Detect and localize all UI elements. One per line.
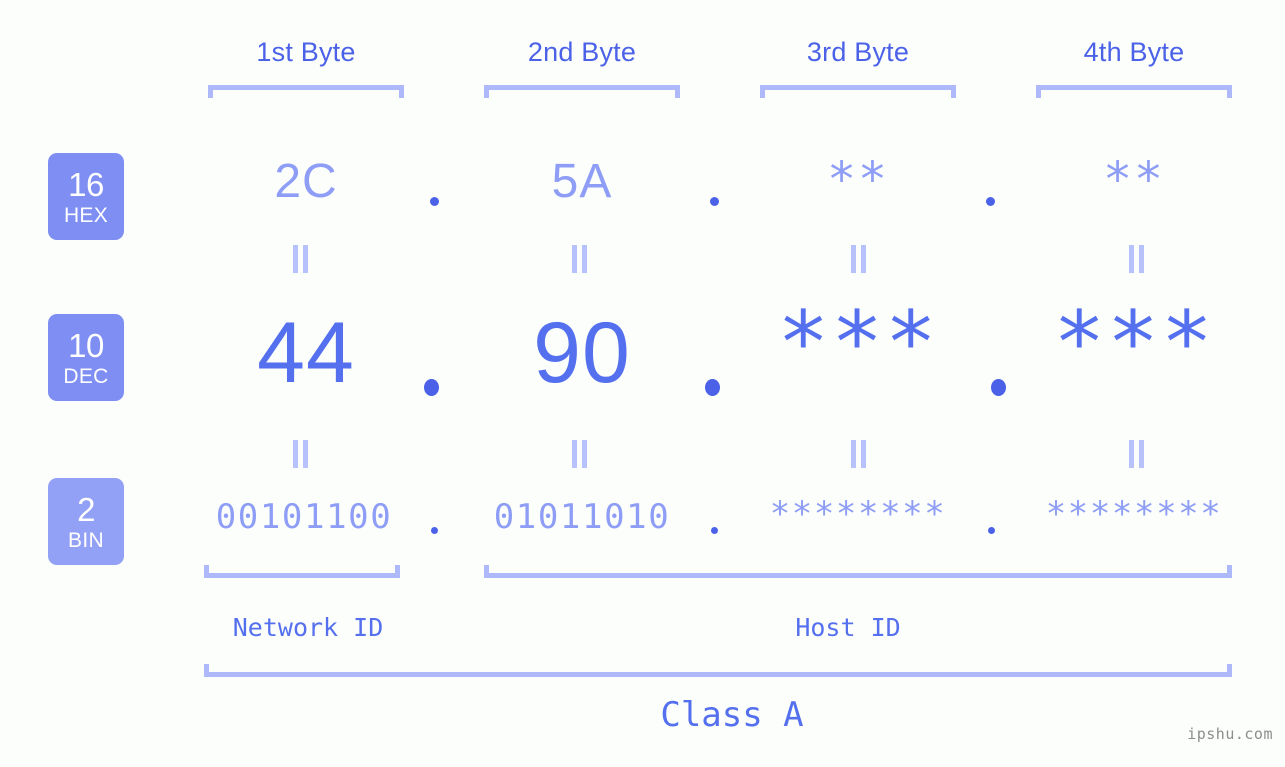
equals-icon-dec-bin-3 [850,440,868,468]
hex-byte-4: ** [1103,152,1165,208]
class-label: Class A [660,695,804,735]
equals-icon-hex-dec-4 [1128,245,1146,273]
equals-icon-dec-bin-1 [292,440,310,468]
base-badge-bin-number: 2 [77,490,95,528]
byte-header-1: 1st Byte [256,37,356,67]
equals-icon-hex-dec-1 [292,245,310,273]
bin-byte-3: ******** [769,494,947,534]
dec-separator-dot-2 [705,379,720,396]
host-id-bracket [484,565,1232,578]
dec-byte-4: *** [1053,293,1215,393]
network-id-bracket [204,565,400,578]
hex-separator-dot-3 [986,197,995,206]
bin-separator-dot-2 [711,527,718,534]
dec-separator-dot-1 [424,379,439,396]
dec-byte-3: *** [777,293,939,393]
hex-byte-2: 5A [551,155,613,208]
base-badge-bin: 2 BIN [48,478,124,565]
network-id-label: Network ID [232,613,384,642]
base-badge-hex-abbr: HEX [63,203,109,227]
equals-icon-hex-dec-3 [850,245,868,273]
base-badge-hex: 16 HEX [48,153,124,240]
bin-separator-dot-1 [431,527,438,534]
bin-byte-2: 01011010 [493,497,671,537]
watermark: ipshu.com [1187,725,1273,743]
base-badge-dec-abbr: DEC [63,364,109,388]
class-bracket [204,664,1232,677]
equals-icon-dec-bin-2 [571,440,589,468]
byte-bracket-4 [1036,85,1232,98]
byte-header-4: 4th Byte [1083,37,1185,67]
hex-separator-dot-1 [430,197,439,206]
bin-byte-4: ******** [1045,494,1223,534]
byte-header-2: 2nd Byte [527,37,637,67]
dec-byte-2: 90 [533,305,631,401]
host-id-label: Host ID [795,613,901,642]
bin-separator-dot-3 [988,527,995,534]
byte-bracket-1 [208,85,404,98]
byte-header-3: 3rd Byte [806,37,910,67]
base-badge-dec-number: 10 [68,326,104,364]
equals-icon-hex-dec-2 [571,245,589,273]
hex-byte-1: 2C [274,155,338,208]
byte-bracket-2 [484,85,680,98]
hex-separator-dot-2 [710,197,719,206]
base-badge-bin-abbr: BIN [68,528,104,552]
hex-byte-3: ** [827,152,889,208]
ip-address-breakdown-diagram: 1st Byte 2nd Byte 3rd Byte 4th Byte 16 H… [0,0,1285,767]
bin-byte-1: 00101100 [215,497,393,537]
equals-icon-dec-bin-4 [1128,440,1146,468]
base-badge-dec: 10 DEC [48,314,124,401]
dec-separator-dot-3 [991,379,1006,396]
byte-bracket-3 [760,85,956,98]
base-badge-hex-number: 16 [68,165,104,203]
dec-byte-1: 44 [257,305,355,401]
